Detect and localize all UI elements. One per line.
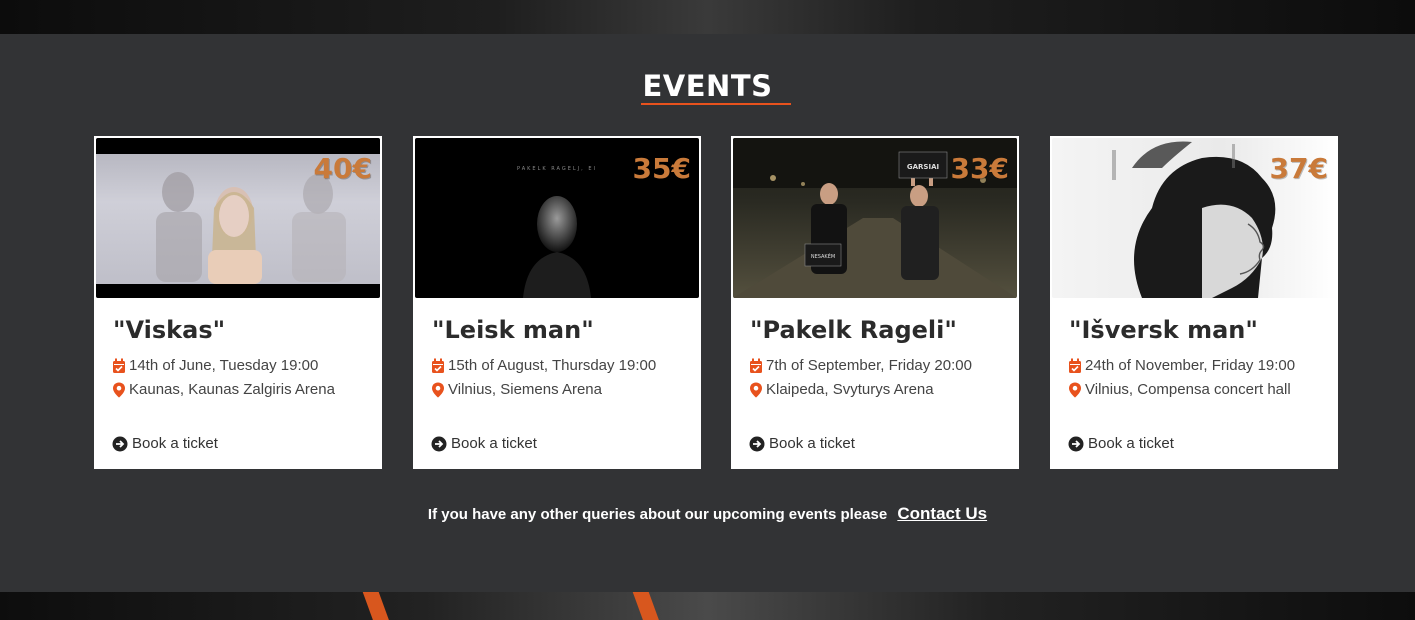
background-top-strip [0,0,1415,34]
event-date: 7th of September, Friday 20:00 [749,357,972,374]
event-location: Vilnius, Siemens Arena [431,381,602,398]
event-location: Kaunas, Kaunas Zalgiris Arena [112,381,335,398]
event-price: 40€ [313,152,372,185]
background-bottom-strip [0,592,1415,620]
event-location-text: Vilnius, Siemens Arena [448,381,602,398]
calendar-check-icon [113,358,125,373]
event-name: "Viskas" [113,316,226,344]
event-name: "Pakelk Rageli" [750,316,957,344]
event-date: 24th of November, Friday 19:00 [1068,357,1295,374]
events-section: EVENTS 40€ "Viskas" 14th of June, Tuesda… [0,34,1415,592]
calendar-check-icon [750,358,762,373]
protest-sign-bottom: NESAKĖM [810,254,836,260]
book-ticket-label: Book a ticket [769,435,855,452]
book-ticket-label: Book a ticket [451,435,537,452]
book-ticket-label: Book a ticket [1088,435,1174,452]
book-ticket-link[interactable]: Book a ticket [112,435,218,452]
event-date-text: 14th of June, Tuesday 19:00 [129,357,319,374]
event-date: 14th of June, Tuesday 19:00 [112,357,318,374]
footer-query: If you have any other queries about our … [0,504,1415,524]
event-location-text: Kaunas, Kaunas Zalgiris Arena [129,381,335,398]
event-card: 37€ "Išversk man" 24th of November, Frid… [1050,136,1338,469]
event-price: 35€ [632,152,691,185]
calendar-check-icon [432,358,444,373]
event-location-text: Vilnius, Compensa concert hall [1085,381,1291,398]
protest-sign-top: GARSIAI [906,163,940,171]
arrow-circle-right-icon [112,436,128,451]
book-ticket-label: Book a ticket [132,435,218,452]
event-card: GARSIAI NESAKĖM 33€ "Pakelk Rageli" 7th … [731,136,1019,469]
event-price: 37€ [1269,152,1328,185]
map-marker-icon [1069,382,1081,397]
arrow-circle-right-icon [1068,436,1084,451]
map-marker-icon [432,382,444,397]
event-image: GARSIAI NESAKĖM 33€ [733,138,1017,298]
event-name: "Leisk man" [432,316,594,344]
event-date-text: 7th of September, Friday 20:00 [766,357,972,374]
footer-text: If you have any other queries about our … [427,506,888,523]
event-card: PAKELK RAGELJ, EI 35€ "Leisk man" 15th o… [413,136,701,469]
event-date: 15th of August, Thursday 19:00 [431,357,656,374]
contact-us-link[interactable]: Contact Us [897,504,987,523]
book-ticket-link[interactable]: Book a ticket [431,435,537,452]
section-title: EVENTS [642,69,773,103]
event-image: 40€ [96,138,380,298]
arrow-circle-right-icon [431,436,447,451]
event-price: 33€ [950,152,1009,185]
event-image: PAKELK RAGELJ, EI 35€ [415,138,699,298]
title-underline [641,103,791,105]
event-location: Klaipeda, Svyturys Arena [749,381,934,398]
event-date-text: 24th of November, Friday 19:00 [1085,357,1296,374]
event-image: 37€ [1052,138,1336,298]
event-name: "Išversk man" [1069,316,1258,344]
map-marker-icon [750,382,762,397]
map-marker-icon [113,382,125,397]
event-date-text: 15th of August, Thursday 19:00 [448,357,657,374]
event-location: Vilnius, Compensa concert hall [1068,381,1291,398]
arrow-circle-right-icon [749,436,765,451]
calendar-check-icon [1069,358,1081,373]
event-location-text: Klaipeda, Svyturys Arena [766,381,934,398]
event-card: 40€ "Viskas" 14th of June, Tuesday 19:00… [94,136,382,469]
book-ticket-link[interactable]: Book a ticket [749,435,855,452]
book-ticket-link[interactable]: Book a ticket [1068,435,1174,452]
